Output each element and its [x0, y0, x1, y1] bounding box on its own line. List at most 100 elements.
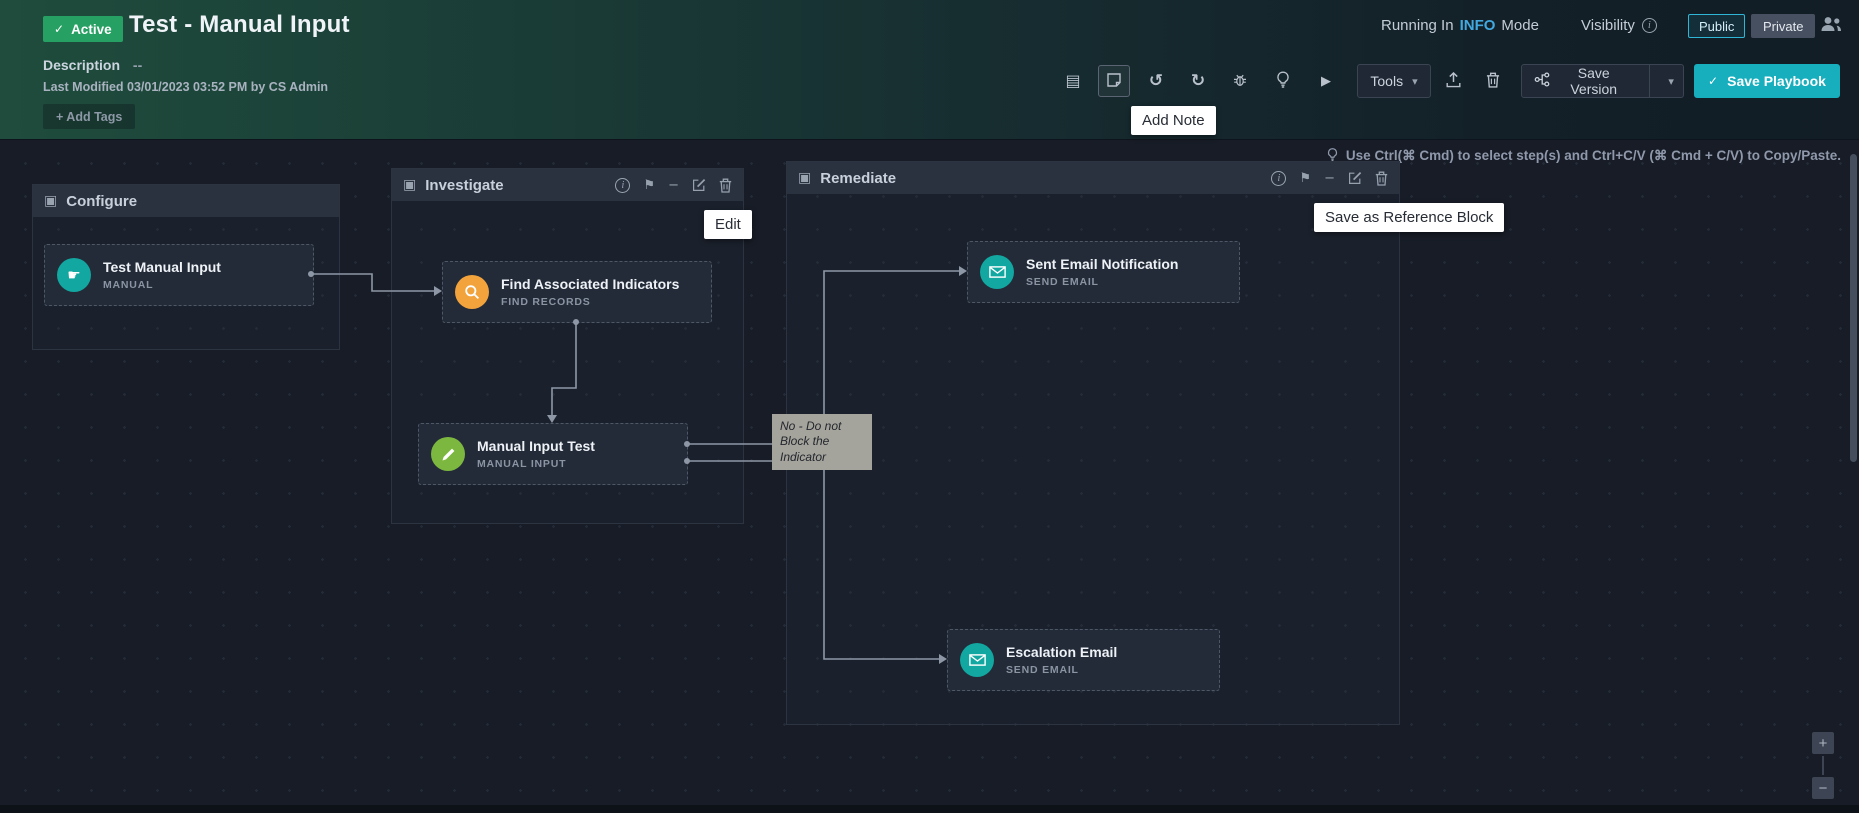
button-divider [1649, 65, 1650, 97]
redo-button[interactable]: ↻ [1182, 65, 1214, 97]
step-find-associated-indicators[interactable]: Find Associated Indicators FIND RECORDS [442, 261, 712, 323]
block-icon: ▣ [44, 194, 57, 208]
description-label: Description [43, 57, 120, 73]
flag-icon[interactable]: ⚑ [1299, 172, 1311, 185]
suggestions-button[interactable] [1267, 65, 1299, 97]
redo-icon: ↻ [1191, 73, 1205, 90]
add-tags-button[interactable]: + Add Tags [43, 104, 135, 129]
block-icon: ▣ [403, 178, 416, 192]
last-modified-text: Last Modified 03/01/2023 03:52 PM by CS … [43, 80, 328, 94]
export-button[interactable] [1437, 65, 1469, 97]
debug-bug-icon [1232, 72, 1248, 91]
status-badge: ✓ Active [43, 16, 123, 42]
add-note-button[interactable] [1098, 65, 1130, 97]
upload-icon [1446, 72, 1461, 91]
save-playbook-label: Save Playbook [1727, 73, 1826, 89]
step-title: Manual Input Test [477, 438, 595, 456]
step-subtitle: FIND RECORDS [501, 296, 679, 308]
group-title: Remediate [820, 170, 896, 187]
horizontal-scrollbar-track[interactable] [0, 805, 1859, 813]
running-mode-row: Running In INFO Mode [1381, 17, 1539, 34]
playbook-designer-app: ✓ Active Test - Manual Input Description… [0, 0, 1859, 813]
step-subtitle: SEND EMAIL [1006, 664, 1117, 676]
add-note-tooltip: Add Note [1131, 106, 1216, 135]
undo-button[interactable]: ↺ [1140, 65, 1172, 97]
save-version-label: Save Version [1559, 65, 1628, 97]
private-button[interactable]: Private [1751, 14, 1815, 38]
status-badge-label: Active [71, 22, 112, 37]
trash-icon[interactable] [719, 178, 732, 193]
zoom-out-button[interactable]: − [1812, 777, 1834, 799]
info-icon[interactable]: i [615, 178, 630, 193]
trash-icon [1486, 72, 1500, 91]
tools-label: Tools [1370, 73, 1403, 89]
block-icon: ▣ [798, 171, 811, 185]
trash-icon[interactable] [1375, 171, 1388, 186]
tools-dropdown[interactable]: Tools ▾ [1357, 64, 1431, 98]
group-investigate-header[interactable]: ▣ Investigate i ⚑ − [392, 169, 743, 201]
step-title: Sent Email Notification [1026, 256, 1178, 274]
email-icon [960, 643, 994, 677]
group-title: Investigate [425, 177, 503, 194]
info-icon[interactable]: i [1271, 171, 1286, 186]
check-icon: ✓ [1708, 75, 1718, 87]
group-investigate[interactable]: ▣ Investigate i ⚑ − [391, 168, 744, 524]
edit-icon[interactable] [692, 178, 706, 192]
mode-suffix-label: Mode [1501, 17, 1539, 34]
visibility-label: Visibility [1581, 17, 1635, 34]
vertical-scrollbar[interactable] [1850, 154, 1857, 462]
execution-history-button[interactable]: ▤ [1057, 65, 1089, 97]
collapse-icon[interactable]: − [668, 179, 679, 192]
step-manual-input-test[interactable]: Manual Input Test MANUAL INPUT [418, 423, 688, 485]
step-title: Test Manual Input [103, 259, 221, 277]
journal-icon: ▤ [1065, 73, 1080, 89]
visibility-row: Visibility i [1581, 17, 1657, 34]
edit-icon[interactable] [1348, 171, 1362, 185]
play-icon: ▶ [1321, 75, 1331, 88]
debug-button[interactable] [1224, 65, 1256, 97]
save-reference-tooltip: Save as Reference Block [1314, 203, 1504, 232]
undo-icon: ↺ [1149, 73, 1163, 90]
check-icon: ✓ [54, 23, 64, 35]
hint-text: Use Ctrl(⌘ Cmd) to select step(s) and Ct… [1346, 148, 1841, 164]
group-title: Configure [66, 193, 137, 210]
delete-playbook-button[interactable] [1477, 65, 1509, 97]
save-version-caret[interactable]: ▾ [1659, 65, 1683, 97]
flag-icon[interactable]: ⚑ [643, 179, 655, 192]
save-version-button[interactable]: Save Version ▾ [1521, 64, 1684, 98]
people-icon[interactable] [1820, 16, 1842, 37]
note-icon [1106, 72, 1122, 91]
collapse-icon[interactable]: − [1324, 172, 1335, 185]
find-records-icon [455, 275, 489, 309]
running-in-label: Running In [1381, 17, 1454, 34]
public-button[interactable]: Public [1688, 14, 1745, 38]
group-remediate[interactable]: ▣ Remediate i ⚑ − [786, 161, 1400, 725]
description-value: -- [133, 57, 142, 73]
page-title: Test - Manual Input [129, 11, 350, 39]
mode-value[interactable]: INFO [1460, 17, 1496, 34]
manual-trigger-icon: ☛ [57, 258, 91, 292]
chevron-down-icon: ▾ [1412, 76, 1418, 87]
version-branch-icon [1534, 72, 1550, 90]
group-remediate-header[interactable]: ▣ Remediate i ⚑ − [787, 162, 1399, 194]
step-sent-email-notification[interactable]: Sent Email Notification SEND EMAIL [967, 241, 1240, 303]
step-subtitle: MANUAL INPUT [477, 458, 595, 470]
group-configure[interactable]: ▣ Configure ☛ Test Manual Input MANUAL [32, 184, 340, 350]
edit-tooltip: Edit [704, 210, 752, 239]
description-row: Description -- [43, 57, 142, 73]
group-configure-header[interactable]: ▣ Configure [33, 185, 339, 217]
step-test-manual-input[interactable]: ☛ Test Manual Input MANUAL [44, 244, 314, 306]
zoom-slider-track [1822, 756, 1824, 775]
save-playbook-button[interactable]: ✓ Save Playbook [1694, 64, 1840, 98]
chevron-down-icon: ▾ [1668, 76, 1674, 87]
info-icon[interactable]: i [1642, 18, 1657, 33]
canvas-hint: Use Ctrl(⌘ Cmd) to select step(s) and Ct… [1327, 147, 1841, 165]
email-icon [980, 255, 1014, 289]
playbook-canvas[interactable]: Use Ctrl(⌘ Cmd) to select step(s) and Ct… [0, 140, 1859, 813]
edge-condition-label[interactable]: No - Do not Block the Indicator [772, 414, 872, 470]
playbook-header: ✓ Active Test - Manual Input Description… [0, 0, 1859, 140]
run-playbook-button[interactable]: ▶ [1310, 65, 1342, 97]
step-escalation-email[interactable]: Escalation Email SEND EMAIL [947, 629, 1220, 691]
lightbulb-icon [1276, 71, 1290, 91]
zoom-in-button[interactable]: + [1812, 732, 1834, 754]
